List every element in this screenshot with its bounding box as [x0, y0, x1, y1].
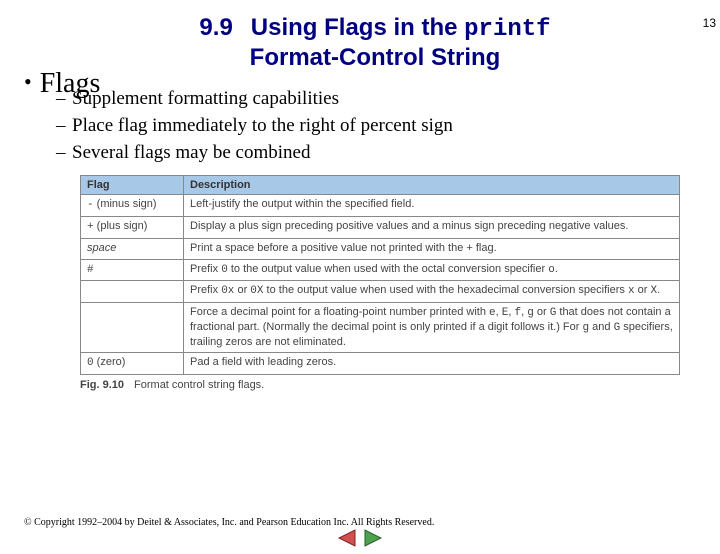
page-number: 13	[703, 16, 716, 30]
flag-cell	[81, 303, 184, 353]
flag-cell	[81, 281, 184, 303]
sub-bullet-text: Several flags may be combined	[72, 142, 310, 163]
flag-cell: - (minus sign)	[81, 195, 184, 217]
sub-bullet-text: Place flag immediately to the right of p…	[72, 115, 453, 136]
nav-icons	[0, 529, 720, 552]
description-cell: Prefix 0 to the output value when used w…	[184, 259, 680, 281]
title-line1-prefix: Using Flags in the	[251, 14, 464, 41]
dash-icon: –	[56, 141, 72, 166]
title-line2: Format-Control String	[250, 44, 501, 71]
figure-number: Fig. 9.10	[80, 379, 124, 391]
main-bullet: • Flags	[24, 68, 100, 100]
flag-cell: + (plus sign)	[81, 217, 184, 239]
col-flag: Flag	[81, 176, 184, 195]
sub-bullet-item: –Several flags may be combined	[56, 141, 720, 166]
slide-title: 9.9 Using Flags in the printf Format-Cont…	[120, 14, 630, 71]
next-slide-icon[interactable]	[363, 529, 383, 547]
description-cell: Force a decimal point for a floating-poi…	[184, 303, 680, 353]
flag-cell: space	[81, 238, 184, 259]
copyright-text: © Copyright 1992–2004 by Deitel & Associ…	[24, 517, 434, 528]
figure-text: Format control string flags.	[134, 379, 264, 391]
sub-bullet-text: Supplement formatting capabilities	[72, 88, 339, 109]
table-header-row: Flag Description	[81, 176, 680, 195]
main-bullet-text: Flags	[40, 68, 101, 99]
description-cell: Display a plus sign preceding positive v…	[184, 217, 680, 239]
figure-caption: Fig. 9.10 Format control string flags.	[80, 379, 680, 391]
table-row: Force a decimal point for a floating-poi…	[81, 303, 680, 353]
description-cell: Print a space before a positive value no…	[184, 238, 680, 259]
table-row: + (plus sign)Display a plus sign precedi…	[81, 217, 680, 239]
flags-table: Flag Description - (minus sign)Left-just…	[80, 175, 680, 375]
bullet-dot-icon: •	[24, 69, 32, 94]
description-cell: Prefix 0x or 0X to the output value when…	[184, 281, 680, 303]
table-row: #Prefix 0 to the output value when used …	[81, 259, 680, 281]
title-code: printf	[464, 16, 550, 43]
table-row: spacePrint a space before a positive val…	[81, 238, 680, 259]
section-number: 9.9	[199, 14, 232, 41]
prev-slide-icon[interactable]	[337, 529, 357, 547]
description-cell: Left-justify the output within the speci…	[184, 195, 680, 217]
table-row: 0 (zero)Pad a field with leading zeros.	[81, 353, 680, 375]
dash-icon: –	[56, 114, 72, 139]
description-cell: Pad a field with leading zeros.	[184, 353, 680, 375]
flag-cell: #	[81, 259, 184, 281]
flag-cell: 0 (zero)	[81, 353, 184, 375]
sub-bullet-list: –Supplement formatting capabilities –Pla…	[56, 87, 720, 165]
table-row: Prefix 0x or 0X to the output value when…	[81, 281, 680, 303]
col-description: Description	[184, 176, 680, 195]
flags-table-wrap: Flag Description - (minus sign)Left-just…	[80, 175, 680, 375]
sub-bullet-item: –Place flag immediately to the right of …	[56, 114, 720, 139]
sub-bullet-item: –Supplement formatting capabilities	[56, 87, 720, 112]
table-row: - (minus sign)Left-justify the output wi…	[81, 195, 680, 217]
